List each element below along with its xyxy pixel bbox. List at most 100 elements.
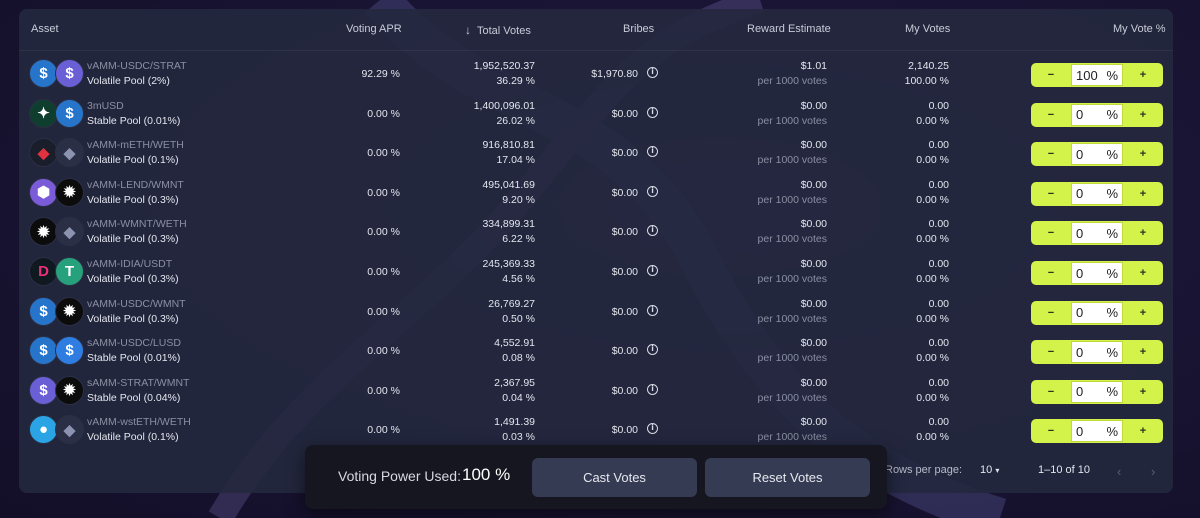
vote-pct-input[interactable]: 0%: [1071, 262, 1123, 284]
pool-type: Stable Pool (0.01%): [87, 352, 181, 365]
total-votes-pct: 0.04 %: [502, 391, 535, 404]
vote-pct-input[interactable]: 0%: [1071, 222, 1123, 245]
reward-estimate-unit: per 1000 votes: [757, 391, 827, 404]
decrement-button[interactable]: −: [1031, 261, 1071, 285]
header-total-votes[interactable]: ↓ Total Votes: [465, 23, 531, 37]
vote-pct-value: 0: [1076, 225, 1084, 241]
chevron-left-icon[interactable]: ‹: [1117, 464, 1121, 479]
header-bribes[interactable]: Bribes: [623, 23, 654, 35]
vote-pct-unit: %: [1106, 107, 1118, 123]
decrement-button[interactable]: −: [1031, 221, 1071, 245]
info-icon[interactable]: i: [647, 265, 658, 276]
increment-button[interactable]: +: [1123, 63, 1163, 87]
reward-estimate-unit: per 1000 votes: [757, 114, 827, 127]
table-row[interactable]: ⬢ ✹ vAMM-LEND/WMNT Volatile Pool (0.3%) 0.00…: [19, 174, 1173, 214]
reward-estimate: $0.00: [800, 218, 827, 231]
vote-pct-stepper: −0% +: [1031, 300, 1163, 325]
vote-pct-input[interactable]: 0%: [1071, 341, 1123, 364]
reward-estimate: $0.00: [800, 416, 827, 429]
vote-pct-input[interactable]: 0%: [1071, 301, 1123, 324]
total-votes: 495,041.69: [482, 178, 535, 191]
vote-pct-input[interactable]: 0%: [1071, 143, 1123, 166]
table-row[interactable]: ✦ $3mUSD Stable Pool (0.01%) 0.00 % 1,400,09…: [19, 95, 1173, 135]
header-voting-apr[interactable]: Voting APR: [346, 23, 402, 35]
total-votes-pct: 17.04 %: [496, 154, 535, 167]
table-row[interactable]: $ ✹ vAMM-USDC/WMNT Volatile Pool (0.3%) 0.00…: [19, 293, 1173, 333]
decrement-button[interactable]: −: [1031, 63, 1071, 87]
header-reward-estimate[interactable]: Reward Estimate: [747, 23, 831, 35]
my-votes-pct: 0.00 %: [916, 391, 949, 404]
info-icon[interactable]: i: [647, 146, 658, 158]
decrement-button[interactable]: −: [1031, 419, 1071, 443]
decrement-button[interactable]: −: [1031, 301, 1071, 325]
vote-pct-input[interactable]: 0%: [1071, 182, 1123, 205]
rows-per-page-select[interactable]: 10 ▾: [980, 464, 999, 476]
pool-name: sAMM-USDC/LUSD: [87, 337, 181, 350]
vote-pct-unit: %: [1106, 225, 1118, 241]
info-icon[interactable]: i: [647, 423, 658, 435]
vote-pct-input[interactable]: 0%: [1071, 103, 1123, 126]
vote-pct-input[interactable]: 0%: [1071, 420, 1123, 443]
table-row[interactable]: $ $ vAMM-USDC/STRAT Volatile Pool (2%) 92.29…: [19, 55, 1173, 95]
pool-name: vAMM-WMNT/WETH: [87, 218, 187, 231]
voting-apr: 0.00 %: [367, 226, 400, 239]
weth-icon: ◆: [55, 217, 84, 247]
table-row[interactable]: $ $ sAMM-USDC/LUSD Stable Pool (0.01%) 0.00 …: [19, 332, 1173, 372]
pool-name: vAMM-USDC/WMNT: [87, 297, 186, 310]
info-icon[interactable]: i: [647, 344, 658, 356]
voting-power-bar: Voting Power Used: 100 % Cast Votes Rese…: [305, 445, 887, 509]
table-row[interactable]: ◆ ◆ vAMM-mETH/WETH Volatile Pool (0.1%) 0.00…: [19, 134, 1173, 174]
table-row[interactable]: ✹ ◆ vAMM-WMNT/WETH Volatile Pool (0.3%) 0.00…: [19, 213, 1173, 253]
vote-pct-value: 0: [1076, 146, 1084, 162]
increment-button[interactable]: +: [1123, 340, 1163, 364]
info-icon[interactable]: i: [647, 304, 658, 316]
increment-button[interactable]: +: [1123, 419, 1163, 443]
pool-type: Stable Pool (0.04%): [87, 391, 181, 404]
info-icon[interactable]: i: [647, 383, 658, 395]
bribes-value: $0.00: [611, 424, 638, 437]
decrement-button[interactable]: −: [1031, 142, 1071, 166]
vote-pct-unit: %: [1106, 265, 1118, 281]
voting-apr: 0.00 %: [367, 266, 400, 278]
vote-pct-unit: %: [1106, 67, 1118, 83]
decrement-button[interactable]: −: [1031, 182, 1071, 206]
vote-pct-input[interactable]: 0%: [1071, 380, 1123, 403]
my-votes-pct: 0.00 %: [916, 114, 949, 127]
voting-apr: 92.29 %: [361, 68, 400, 80]
vote-pct-value: 100: [1076, 67, 1098, 83]
bribes-value: $0.00: [611, 107, 638, 120]
header-my-votes[interactable]: My Votes: [905, 23, 950, 35]
decrement-button[interactable]: −: [1031, 103, 1071, 127]
chevron-right-icon[interactable]: ›: [1151, 464, 1155, 479]
increment-button[interactable]: +: [1123, 380, 1163, 404]
reward-estimate: $0.00: [800, 337, 827, 350]
weth-icon: ◆: [55, 415, 84, 445]
decrement-button[interactable]: −: [1031, 380, 1071, 404]
increment-button[interactable]: +: [1123, 261, 1163, 285]
increment-button[interactable]: +: [1123, 182, 1163, 206]
vote-pct-input[interactable]: 100%: [1071, 64, 1123, 86]
bribes-value: $1,970.80: [591, 68, 638, 80]
reset-votes-button[interactable]: Reset Votes: [705, 458, 870, 497]
header-my-vote-pct[interactable]: My Vote %: [1113, 23, 1166, 35]
increment-button[interactable]: +: [1123, 301, 1163, 325]
lend-icon: ⬢: [29, 177, 58, 207]
vote-pct-stepper: −0% +: [1031, 221, 1163, 246]
cast-votes-button[interactable]: Cast Votes: [532, 458, 697, 497]
info-icon[interactable]: i: [647, 67, 658, 78]
lusd-icon: $: [55, 336, 84, 366]
weth-icon: ◆: [55, 138, 84, 168]
table-row[interactable]: D TvAMM-IDIA/USDT Volatile Pool (0.3%) 0.00…: [19, 253, 1173, 293]
reward-estimate: $0.00: [800, 139, 827, 152]
info-icon[interactable]: i: [647, 185, 658, 197]
header-asset[interactable]: Asset: [31, 23, 59, 35]
pool-token-icons: ✦ $: [29, 98, 85, 129]
decrement-button[interactable]: −: [1031, 340, 1071, 364]
info-icon[interactable]: i: [647, 225, 658, 237]
vote-pct-stepper: −0% +: [1031, 261, 1163, 285]
increment-button[interactable]: +: [1123, 221, 1163, 245]
info-icon[interactable]: i: [647, 106, 658, 118]
increment-button[interactable]: +: [1123, 142, 1163, 166]
increment-button[interactable]: +: [1123, 103, 1163, 127]
table-row[interactable]: $ ✹ sAMM-STRAT/WMNT Stable Pool (0.04%) 0.00…: [19, 372, 1173, 412]
